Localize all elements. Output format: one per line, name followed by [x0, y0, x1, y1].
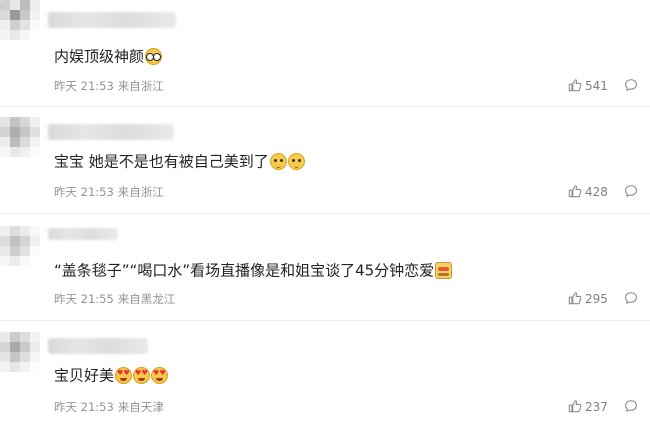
- comment-meta: 昨天 21:53 来自浙江: [54, 184, 168, 200]
- comment-text: 内娱顶级神颜: [54, 46, 163, 67]
- chat-bubble-icon[interactable]: [624, 291, 638, 305]
- avatar[interactable]: [0, 332, 40, 372]
- comment-item: 内娱顶级神颜 昨天 21:53 来自浙江 541: [0, 0, 650, 107]
- comment-list: 内娱顶级神颜 昨天 21:53 来自浙江 541 宝宝 她是不是也有被自己美到了…: [0, 0, 650, 428]
- blush-face-emoji-icon: [269, 153, 287, 170]
- comment-location: 来自浙江: [117, 79, 164, 93]
- blush-face-emoji-icon: [287, 153, 305, 170]
- thumb-up-icon: [568, 400, 582, 413]
- like-button[interactable]: 295: [568, 291, 608, 307]
- thumb-up-icon: [568, 79, 582, 92]
- comment-meta: 昨天 21:55 来自黑龙江: [54, 291, 179, 307]
- comment-item: 宝贝好美 昨天 21:53来自天津 237: [0, 321, 650, 428]
- comment-location: 来自浙江: [117, 185, 164, 199]
- comment-body: “盖条毯子”“喝口水”看场直播像是和姐宝谈了45分钟恋爱: [54, 261, 435, 280]
- comment-body: 宝宝 她是不是也有被自己美到了: [54, 152, 269, 171]
- comment-meta: 昨天 21:53 来自浙江: [54, 78, 168, 94]
- like-count: 295: [585, 292, 608, 306]
- comment-time: 昨天 21:53: [54, 79, 114, 93]
- comment-location: 来自天津: [117, 400, 164, 414]
- comment-time: 昨天 21:53: [54, 400, 114, 414]
- like-button[interactable]: 541: [568, 78, 608, 94]
- comment-location: 来自黑龙江: [117, 292, 176, 306]
- comment-time: 昨天 21:55: [54, 292, 114, 306]
- comment-text: “盖条毯子”“喝口水”看场直播像是和姐宝谈了45分钟恋爱: [54, 260, 453, 281]
- like-count: 428: [585, 185, 608, 199]
- like-count: 541: [585, 79, 608, 93]
- comment-time: 昨天 21:53: [54, 185, 114, 199]
- username[interactable]: [48, 12, 176, 28]
- comment-body: 宝贝好美: [54, 366, 115, 385]
- like-count: 237: [585, 400, 608, 414]
- heart-eyes-emoji-icon: [133, 367, 151, 384]
- chat-bubble-icon[interactable]: [624, 399, 638, 413]
- comment-text: 宝贝好美: [54, 365, 169, 386]
- nerd-face-emoji-icon: [145, 48, 163, 65]
- username[interactable]: [48, 338, 148, 354]
- comment-body: 内娱顶级神颜: [54, 47, 145, 66]
- comment-meta: 昨天 21:53 来自天津: [54, 399, 168, 415]
- like-button[interactable]: 237: [568, 399, 608, 415]
- avatar[interactable]: [0, 0, 40, 40]
- chat-bubble-icon[interactable]: [624, 78, 638, 92]
- comment-item: “盖条毯子”“喝口水”看场直播像是和姐宝谈了45分钟恋爱 昨天 21:55 来自黑…: [0, 214, 650, 321]
- comment-text: 宝宝 她是不是也有被自己美到了: [54, 151, 305, 172]
- username[interactable]: [48, 228, 118, 240]
- username[interactable]: [48, 124, 174, 140]
- comment-item: 宝宝 她是不是也有被自己美到了 昨天 21:53 来自浙江 428: [0, 107, 650, 214]
- avatar[interactable]: [0, 226, 40, 266]
- thumb-up-icon: [568, 185, 582, 198]
- avatar[interactable]: [0, 117, 40, 157]
- thumb-up-icon: [568, 292, 582, 305]
- like-button[interactable]: 428: [568, 184, 608, 200]
- chat-bubble-icon[interactable]: [624, 184, 638, 198]
- heart-eyes-emoji-icon: [151, 367, 169, 384]
- drooling-face-emoji-icon: [435, 262, 453, 279]
- heart-eyes-emoji-icon: [115, 367, 133, 384]
